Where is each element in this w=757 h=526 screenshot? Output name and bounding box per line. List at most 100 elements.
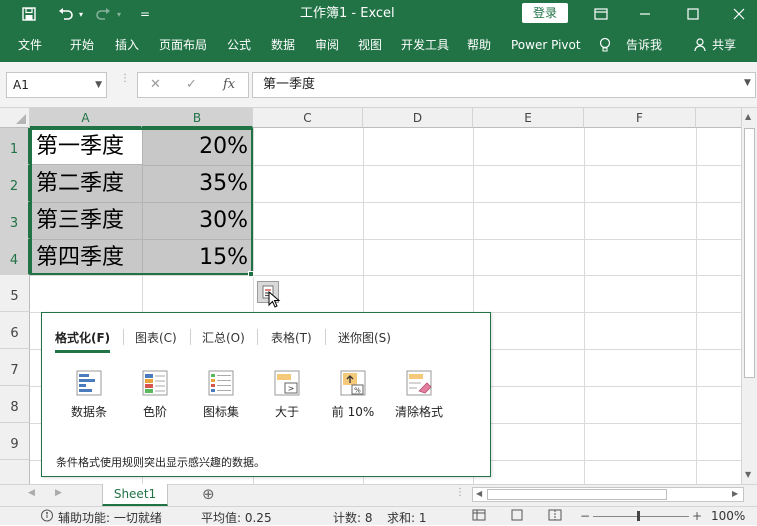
qa-option-top-10[interactable]: % 前 10% (323, 369, 383, 420)
status-bar: 辅助功能: 一切就绪 平均值: 0.25 计数: 8 求和: 1 − + 100… (0, 506, 757, 525)
quick-analysis-panel: 格式化(F) 图表(C) 汇总(O) 表格(T) 迷你图(S) 数据条 色阶 图… (41, 312, 491, 477)
insert-function-icon[interactable]: fx (223, 73, 235, 97)
accessibility-icon[interactable] (40, 509, 54, 525)
row-header-9[interactable]: 9 (0, 423, 30, 460)
row-header-2[interactable]: 2 (0, 165, 30, 202)
save-icon[interactable] (18, 0, 40, 28)
row-header-6[interactable]: 6 (0, 312, 30, 349)
lightbulb-icon[interactable] (599, 28, 615, 62)
add-sheet-icon[interactable]: ⊕ (202, 485, 215, 503)
minimize-icon[interactable] (634, 0, 656, 28)
zoom-slider[interactable] (593, 516, 689, 517)
fill-handle[interactable] (248, 271, 254, 277)
chevron-down-icon[interactable]: ▼ (95, 73, 102, 97)
enter-icon[interactable]: ✓ (186, 73, 197, 97)
qa-tab-formatting[interactable]: 格式化(F) (55, 329, 110, 346)
formula-input[interactable]: 第一季度 (252, 72, 756, 98)
ribbon-display-options-icon[interactable] (590, 0, 612, 28)
page-layout-view-icon[interactable] (510, 509, 524, 524)
formula-bar-area: A1 ▼ ⋮ ✕ ✓ fx 第一季度 ▼ (0, 62, 757, 108)
qa-option-clear-format[interactable]: 清除格式 (389, 369, 449, 420)
column-header-e[interactable]: E (473, 108, 584, 128)
vertical-scrollbar[interactable]: ▲ ▼ (741, 108, 757, 484)
share-person-icon[interactable] (694, 28, 708, 62)
qa-description: 条件格式使用规则突出显示感兴趣的数据。 (56, 456, 265, 469)
sheet-tab-sheet1[interactable]: Sheet1 (102, 484, 168, 506)
column-header-g[interactable] (696, 108, 741, 128)
qa-tab-charts[interactable]: 图表(C) (135, 329, 177, 346)
qa-option-color-scales[interactable]: 色阶 (125, 369, 185, 420)
tab-split-handle-icon[interactable]: ⋮ (455, 487, 465, 498)
qa-tab-sparklines[interactable]: 迷你图(S) (338, 329, 391, 346)
window-title: 工作簿1 - Excel (300, 6, 395, 21)
column-header-b[interactable]: B (142, 108, 253, 128)
row-header-5[interactable]: 5 (0, 275, 30, 312)
scroll-left-icon[interactable]: ◀ (476, 489, 482, 498)
svg-text:>: > (288, 384, 295, 393)
scroll-up-icon[interactable]: ▲ (745, 112, 751, 121)
row-header-8[interactable]: 8 (0, 386, 30, 423)
tab-developer[interactable]: 开发工具 (401, 28, 449, 62)
tab-data[interactable]: 数据 (271, 28, 295, 62)
cursor-icon (268, 291, 281, 308)
row-header-10[interactable] (0, 460, 30, 484)
eraser-icon (405, 369, 433, 397)
tab-review[interactable]: 审阅 (315, 28, 339, 62)
zoom-out-icon[interactable]: − (580, 509, 590, 523)
tab-power-pivot[interactable]: Power Pivot (511, 28, 581, 62)
undo-dropdown-icon[interactable]: ▾ (76, 0, 86, 28)
next-sheet-icon[interactable]: ▶ (55, 488, 62, 498)
ribbon-tabs: 文件 开始 插入 页面布局 公式 数据 审阅 视图 开发工具 帮助 Power … (0, 28, 757, 62)
row-header-3[interactable]: 3 (0, 202, 30, 239)
column-header-d[interactable]: D (363, 108, 473, 128)
vertical-scroll-thumb[interactable] (744, 128, 755, 378)
column-header-f[interactable]: F (584, 108, 696, 128)
page-break-view-icon[interactable] (548, 509, 562, 524)
horizontal-scrollbar[interactable]: ◀ ▶ (472, 487, 744, 502)
tab-file[interactable]: 文件 (18, 28, 42, 62)
column-header-a[interactable]: A (30, 108, 142, 128)
close-icon[interactable] (728, 0, 750, 28)
select-all-corner[interactable] (0, 108, 30, 128)
scroll-down-icon[interactable]: ▼ (745, 470, 751, 479)
redo-icon[interactable] (92, 0, 114, 28)
qa-option-icon-sets[interactable]: 图标集 (191, 369, 251, 420)
qa-option-data-bars[interactable]: 数据条 (59, 369, 119, 420)
tab-page-layout[interactable]: 页面布局 (159, 28, 207, 62)
normal-view-icon[interactable] (472, 509, 486, 524)
row-header-7[interactable]: 7 (0, 349, 30, 386)
tab-view[interactable]: 视图 (358, 28, 382, 62)
tab-home[interactable]: 开始 (70, 28, 94, 62)
icon-sets-icon (207, 369, 235, 397)
tab-insert[interactable]: 插入 (115, 28, 139, 62)
qa-tab-tables[interactable]: 表格(T) (271, 329, 312, 346)
zoom-slider-thumb[interactable] (637, 511, 640, 521)
horizontal-scroll-thumb[interactable] (487, 489, 667, 500)
drag-handle-icon[interactable]: ⋮ (120, 74, 130, 94)
selection-border (30, 128, 253, 275)
row-header-1[interactable]: 1 (0, 128, 30, 165)
qa-tab-totals[interactable]: 汇总(O) (202, 329, 245, 346)
tab-help[interactable]: 帮助 (467, 28, 491, 62)
redo-dropdown-icon[interactable]: ▾ (114, 0, 124, 28)
share-button[interactable]: 共享 (712, 28, 736, 62)
prev-sheet-icon[interactable]: ◀ (28, 488, 35, 498)
maximize-icon[interactable] (682, 0, 704, 28)
quick-analysis-button[interactable] (257, 281, 281, 308)
login-button[interactable]: 登录 (522, 3, 568, 23)
column-header-c[interactable]: C (253, 108, 363, 128)
sheet-tab-bar: ◀ ▶ Sheet1 ⊕ ⋮ ◀ ▶ (0, 484, 757, 506)
name-box[interactable]: A1 ▼ (6, 72, 107, 98)
row-header-4[interactable]: 4 (0, 239, 30, 275)
tab-formulas[interactable]: 公式 (227, 28, 251, 62)
customize-qat-icon[interactable]: = (137, 0, 153, 28)
accessibility-status[interactable]: 辅助功能: 一切就绪 (58, 509, 162, 526)
tell-me-search[interactable]: 告诉我 (626, 28, 662, 62)
expand-formula-bar-icon[interactable]: ▼ (744, 78, 751, 88)
qa-option-greater-than[interactable]: > 大于 (257, 369, 317, 420)
cancel-icon[interactable]: ✕ (150, 73, 161, 97)
zoom-in-icon[interactable]: + (692, 509, 702, 523)
undo-icon[interactable] (55, 0, 77, 28)
scroll-right-icon[interactable]: ▶ (732, 489, 738, 498)
zoom-level[interactable]: 100% (711, 509, 745, 523)
